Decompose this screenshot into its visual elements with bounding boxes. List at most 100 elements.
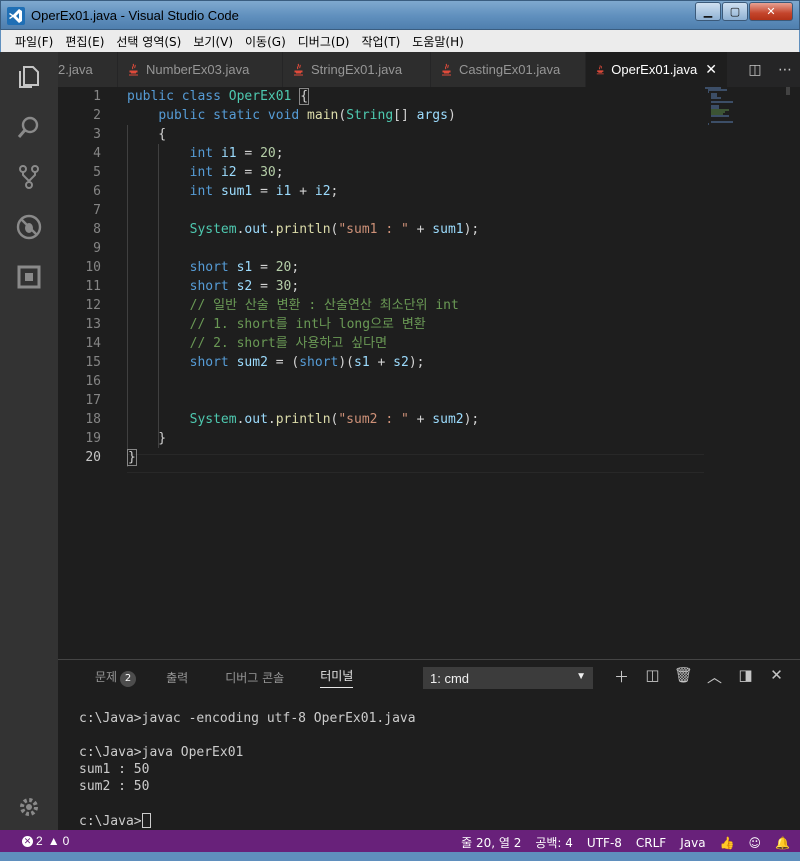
terminal-prompt-line[interactable]: c:\Java> (79, 813, 151, 829)
thumbs-up-icon[interactable]: 👍 (720, 836, 735, 850)
line-number: 13 (85, 317, 101, 332)
vscode-icon (7, 7, 25, 25)
code-editor[interactable]: 1 public class OperEx01 { 2 public static… (58, 87, 800, 659)
terminal-line: sum2 : 50 (79, 779, 150, 794)
more-actions-icon[interactable]: ⋯ (770, 61, 800, 78)
menu-bar: 파일(F) 편집(E) 선택 영역(S) 보기(V) 이동(G) 디버그(D) … (0, 30, 800, 52)
language-mode[interactable]: Java (680, 836, 705, 850)
code-line: public class OperEx01 { (127, 88, 310, 105)
debug-icon[interactable] (0, 202, 58, 252)
close-window-button[interactable]: ✕ (749, 2, 793, 21)
terminal-select[interactable]: 1: cmd ▼ (423, 667, 593, 689)
tab-label: CastingEx01.java (459, 62, 561, 77)
line-number: 18 (85, 412, 101, 427)
window-title: OperEx01.java - Visual Studio Code (31, 8, 239, 23)
tab-label: OperEx01.java (611, 62, 698, 77)
code-line: } (127, 449, 137, 466)
code-line: // 1. short를 int나 long으로 변환 (189, 317, 426, 332)
tab-problems[interactable]: 문제 2 (95, 668, 137, 687)
line-number: 10 (85, 260, 101, 275)
line-number: 7 (93, 203, 101, 218)
end-of-line[interactable]: CRLF (636, 836, 666, 850)
toggle-panel-icon[interactable]: ◨ (730, 666, 761, 687)
code-line: short sum2 = (short)(s1 + s2); (189, 355, 425, 370)
line-number: 11 (85, 279, 101, 294)
menu-help[interactable]: 도움말(H) (406, 33, 470, 50)
line-number: 3 (93, 127, 101, 142)
close-icon[interactable]: ✕ (705, 61, 717, 78)
split-terminal-icon[interactable]: ◫ (637, 666, 668, 687)
close-panel-icon[interactable]: ✕ (761, 666, 792, 687)
terminal-cursor (141, 813, 151, 828)
tab-terminal[interactable]: 터미널 (320, 667, 354, 688)
search-icon[interactable] (0, 102, 58, 152)
terminal-line: c:\Java>javac -encoding utf-8 OperEx01.j… (79, 711, 416, 726)
tab-operex01[interactable]: OperEx01.java ✕ (586, 52, 728, 87)
window-frame-bottom (0, 852, 800, 861)
tab-castingex01[interactable]: CastingEx01.java (431, 52, 586, 87)
line-number: 14 (85, 336, 101, 351)
minimap[interactable] (703, 87, 778, 127)
line-number: 2 (93, 108, 101, 123)
bottom-panel: 문제 2 출력 디버그 콘솔 터미널 1: cmd ▼ ＋ ◫ 🗑 ︿ ◨ ✕ c… (58, 659, 800, 830)
tab-label: StringEx01.java (311, 62, 403, 77)
line-number: 19 (85, 431, 101, 446)
tab-debug-console[interactable]: 디버그 콘솔 (225, 669, 284, 686)
menu-debug[interactable]: 디버그(D) (292, 33, 356, 50)
settings-gear-icon[interactable] (0, 782, 58, 832)
line-number: 1 (93, 89, 101, 104)
line-number: 5 (93, 165, 101, 180)
indentation[interactable]: 공백: 4 (535, 834, 573, 851)
tab-stringex01[interactable]: StringEx01.java (283, 52, 431, 87)
code-line: { (127, 127, 167, 142)
tab-numberex03[interactable]: NumberEx03.java (118, 52, 283, 87)
code-line: int i1 = 20; (189, 146, 284, 161)
code-line: public static void main(String[] args) (158, 108, 456, 123)
line-number: 4 (93, 146, 101, 161)
minimize-button[interactable]: ▁ (695, 2, 721, 21)
terminal-prompt: c:\Java> (79, 814, 142, 829)
menu-selection[interactable]: 선택 영역(S) (110, 33, 187, 50)
line-number: 6 (93, 184, 101, 199)
menu-view[interactable]: 보기(V) (187, 33, 239, 50)
editor-scrollbar[interactable] (786, 87, 790, 95)
chevron-up-icon[interactable]: ︿ (699, 666, 730, 687)
line-number: 17 (85, 393, 101, 408)
encoding[interactable]: UTF-8 (587, 836, 622, 850)
warning-icon: ▲ (47, 834, 60, 848)
line-number: 8 (93, 222, 101, 237)
code-line: System.out.println("sum2 : " + sum2); (189, 412, 480, 427)
menu-tasks[interactable]: 작업(T) (356, 33, 407, 50)
code-line: int sum1 = i1 + i2; (189, 184, 339, 199)
maximize-button[interactable]: ▢ (722, 2, 748, 21)
cursor-position[interactable]: 줄 20, 열 2 (461, 834, 521, 851)
menu-file[interactable]: 파일(F) (9, 33, 59, 50)
editor-tabs: 2.java NumberEx03.java StringEx01.java C… (58, 52, 800, 87)
smiley-feedback-icon[interactable]: ☺ (749, 836, 762, 850)
status-bar: ✕ 2 ▲ 0 줄 20, 열 2 공백: 4 UTF-8 CRLF Java … (0, 830, 800, 852)
bell-icon[interactable]: 🔔 (775, 836, 790, 850)
error-icon: ✕ (22, 835, 33, 847)
explorer-icon[interactable] (0, 52, 58, 102)
trash-icon[interactable]: 🗑 (668, 666, 699, 687)
tab-label: 2.java (58, 62, 93, 77)
line-number: 12 (85, 298, 101, 313)
tab-output[interactable]: 출력 (166, 669, 188, 686)
add-terminal-icon[interactable]: ＋ (606, 666, 637, 687)
menu-edit[interactable]: 편집(E) (59, 33, 110, 50)
code-line: short s2 = 30; (189, 279, 300, 294)
problems-count-badge: 2 (120, 671, 137, 687)
tab-file-1[interactable]: 2.java (58, 52, 118, 87)
java-icon (442, 63, 451, 75)
split-editor-icon[interactable]: ◫ (740, 61, 770, 78)
tab-label: NumberEx03.java (146, 62, 250, 77)
menu-go[interactable]: 이동(G) (239, 33, 292, 50)
terminal-line: c:\Java>java OperEx01 (79, 745, 244, 760)
source-control-icon[interactable] (0, 152, 58, 202)
chevron-down-icon: ▼ (576, 671, 586, 682)
extensions-icon[interactable] (0, 252, 58, 302)
line-number: 9 (93, 241, 101, 256)
problems-status[interactable]: ✕ 2 ▲ 0 (22, 834, 69, 848)
code-line: System.out.println("sum1 : " + sum1); (189, 222, 480, 237)
line-number: 15 (85, 355, 101, 370)
